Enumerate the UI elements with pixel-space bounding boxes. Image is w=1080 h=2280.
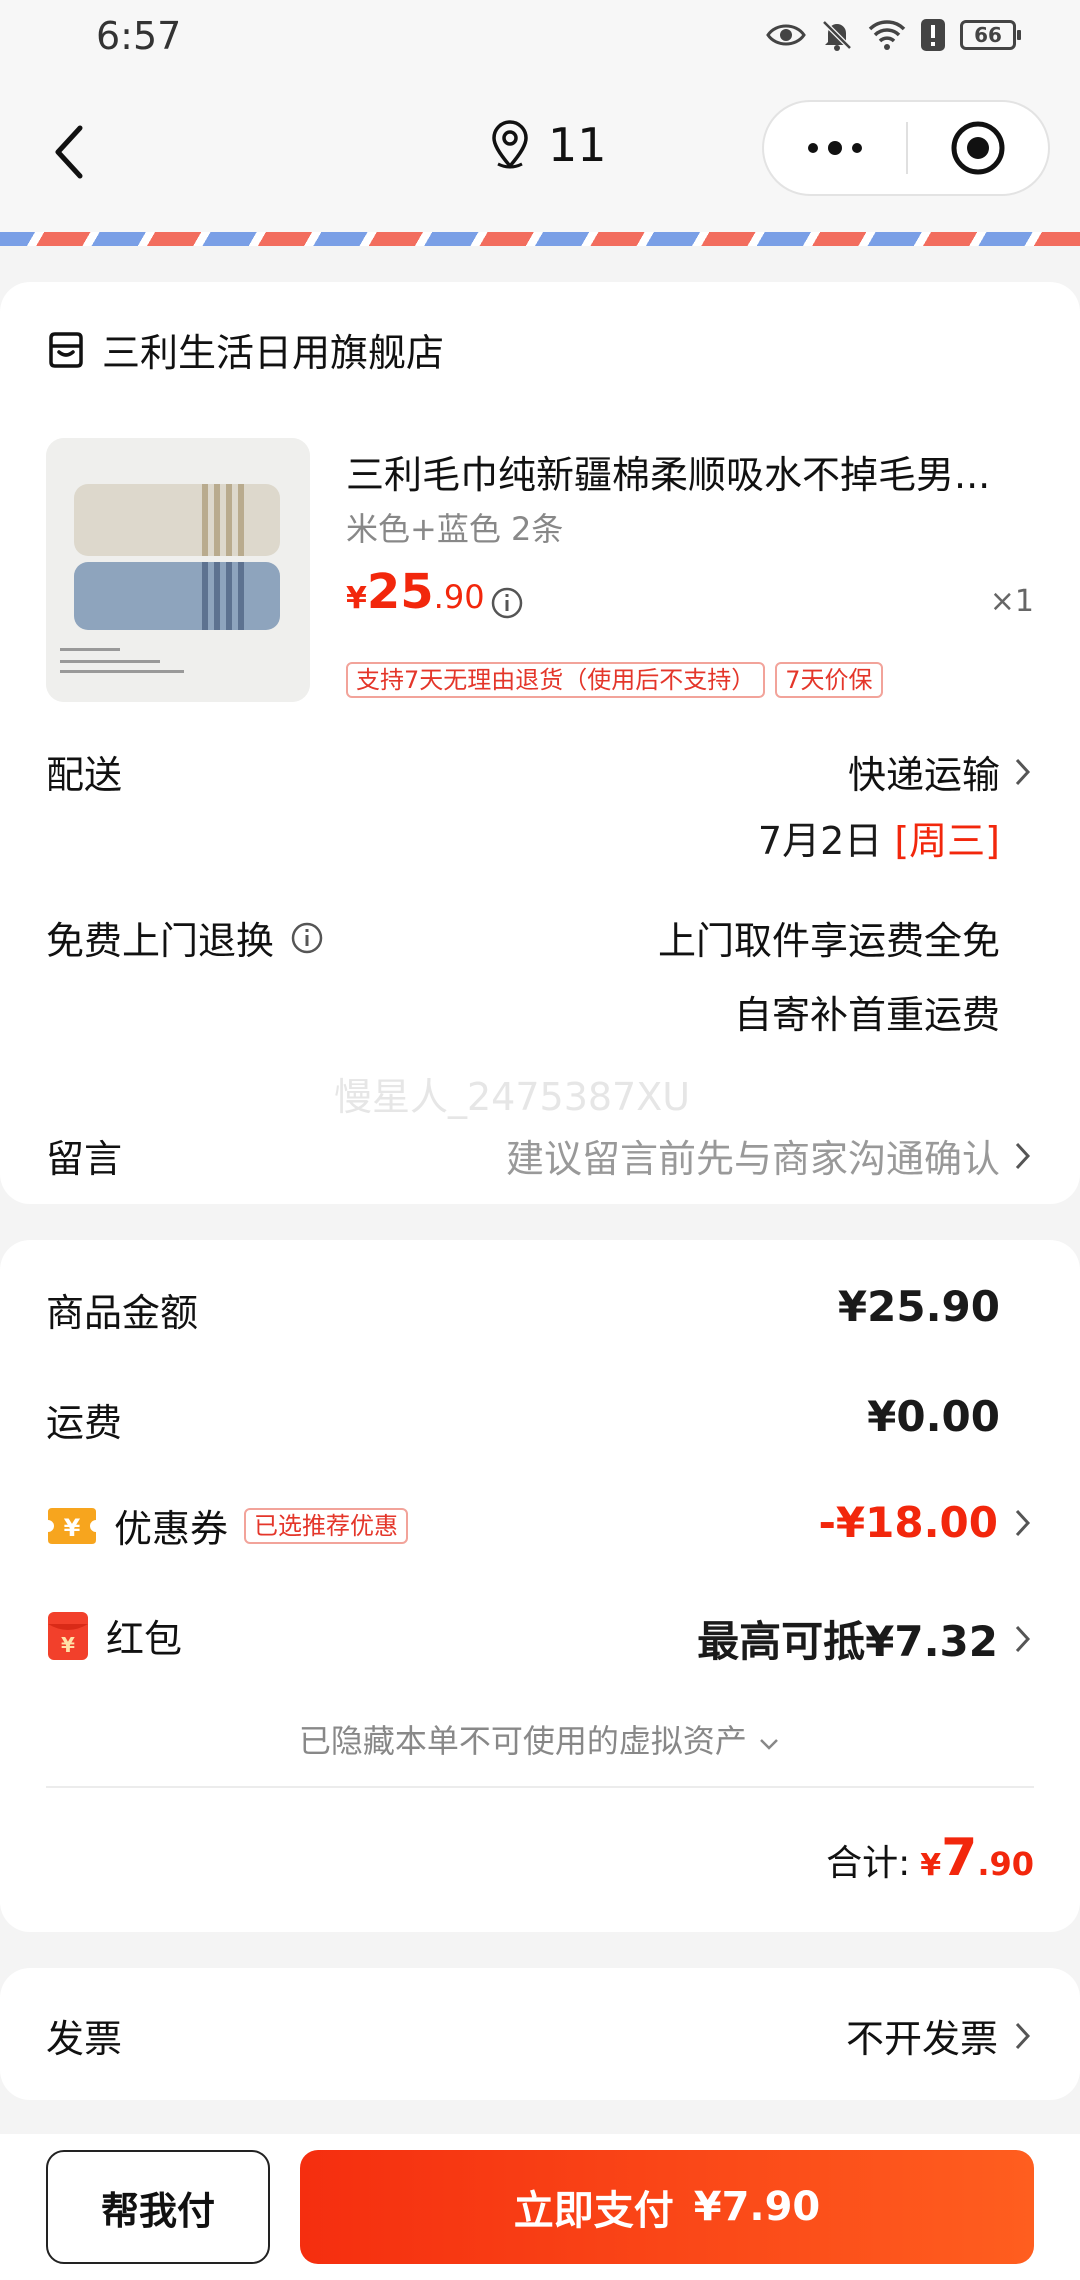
delivery-method: 快递运输 (847, 753, 1000, 797)
free-return-pickup-text: 上门取件享运费全免 (657, 919, 1000, 963)
svg-text:¥: ¥ (61, 1633, 75, 1657)
towel-illustration (46, 438, 310, 702)
note-input[interactable]: 建议留言前先与商家沟通确认 (506, 1128, 1034, 1183)
total-decimal: .90 (977, 1845, 1034, 1883)
delivery-method-selector[interactable]: 快递运输 (848, 744, 1034, 799)
hidden-assets-text: 已隐藏本单不可使用的虚拟资产 (298, 1722, 747, 1760)
coupon-recommended-tag: 已选推荐优惠 (244, 1507, 409, 1544)
battery-icon: 66 (960, 20, 1021, 50)
divider (46, 1786, 1034, 1788)
product-price: ¥ 25 .90 (346, 564, 485, 620)
coupon-row[interactable]: ¥ 优惠券 已选推荐优惠 (46, 1498, 409, 1553)
status-bar: 6:57 66 (0, 0, 1080, 80)
return-policy-tag: 支持7天无理由退货（使用后不支持） (346, 662, 766, 698)
free-return-self-ship-text: 自寄补首重运费 (733, 993, 1000, 1037)
shop-row[interactable]: 三利生活日用旗舰店 (46, 322, 444, 377)
invoice-selector[interactable]: 不开发票 (846, 2008, 1034, 2063)
bottom-action-bar: 帮我付 立即支付 ¥7.90 (0, 2134, 1080, 2280)
price-integer: 25 (366, 564, 434, 620)
service-tags: 支持7天无理由退货（使用后不支持） 7天价保 (346, 662, 883, 698)
more-dots-icon (808, 141, 862, 155)
order-card: 三利生活日用旗舰店 三利毛巾纯新疆棉柔顺吸水不掉毛男... 米色+蓝色 2条 ¥… (0, 282, 1080, 1204)
store-icon (49, 331, 83, 368)
back-arrow-icon (55, 125, 83, 179)
product-image[interactable] (46, 438, 310, 702)
product-variant[interactable]: 米色+蓝色 2条 (346, 504, 563, 550)
note-label: 留言 (46, 1137, 123, 1181)
chevron-right-icon (1015, 1509, 1031, 1536)
price-symbol: ¥ (346, 581, 367, 616)
coupon-label: 优惠券 (114, 1507, 229, 1551)
nav-title: 11 (490, 118, 607, 172)
pay-now-amount: ¥7.90 (693, 2184, 821, 2230)
shipping-fee-value: ¥0.00 (867, 1392, 1000, 1441)
order-total: 合计: ¥7.90 (826, 1828, 1034, 1888)
svg-text:¥: ¥ (64, 1514, 81, 1542)
red-packet-value: 最高可抵¥7.32 (697, 1617, 998, 1666)
price-protection-tag: 7天价保 (775, 662, 883, 698)
goods-amount-value: ¥25.90 (837, 1282, 1000, 1331)
alert-icon (921, 19, 945, 51)
red-packet-icon: ¥ (48, 1611, 88, 1660)
hidden-assets-toggle[interactable]: 已隐藏本单不可使用的虚拟资产 (0, 1716, 1080, 1762)
chevron-right-icon (1015, 1625, 1031, 1652)
price-decimal: .90 (433, 578, 485, 616)
nav-title-text: 11 (548, 118, 607, 172)
status-time: 6:57 (96, 14, 182, 58)
coupon-value-selector[interactable]: -¥18.00 (818, 1498, 1034, 1547)
chevron-down-icon (760, 1739, 778, 1750)
chevron-right-icon (1015, 1142, 1031, 1169)
delivery-weekday: [周三] (894, 819, 1000, 863)
chevron-right-icon (1015, 758, 1031, 785)
invoice-card[interactable]: 发票 不开发票 (0, 1968, 1080, 2100)
pay-now-label: 立即支付 (513, 2188, 674, 2234)
status-icons: 66 (766, 18, 1021, 52)
red-packet-value-selector[interactable]: 最高可抵¥7.32 (697, 1608, 1034, 1669)
invoice-label: 发票 (46, 2017, 123, 2061)
note-placeholder: 建议留言前先与商家沟通确认 (505, 1137, 1000, 1181)
price-summary-card: 商品金额 ¥25.90 运费 ¥0.00 ¥ 优惠券 已选推荐优惠 -¥18.0… (0, 1240, 1080, 1932)
product-title[interactable]: 三利毛巾纯新疆棉柔顺吸水不掉毛男... (346, 444, 1036, 499)
envelope-stripes (0, 232, 1080, 246)
shop-name: 三利生活日用旗舰店 (102, 331, 445, 375)
total-integer: 7 (941, 1828, 978, 1888)
mute-bell-icon (822, 20, 852, 51)
location-pin-icon (492, 120, 528, 169)
delivery-date-text: 7月2日 (757, 819, 883, 863)
mini-program-capsule (762, 100, 1050, 196)
delivery-date: 7月2日 [周三] (758, 810, 1000, 865)
price-info-icon[interactable] (490, 586, 524, 620)
free-return-label: 免费上门退换 (46, 919, 275, 963)
delivery-label: 配送 (46, 753, 123, 797)
total-symbol: ¥ (920, 1848, 942, 1883)
wifi-icon (868, 20, 906, 50)
free-return-row: 免费上门退换 (46, 910, 324, 965)
goods-amount-label: 商品金额 (46, 1291, 199, 1335)
watermark: 慢星人_2475387XU (334, 1075, 691, 1119)
close-mini-program-button[interactable] (908, 102, 1048, 194)
product-quantity: ×1 (989, 584, 1034, 619)
red-packet-row[interactable]: ¥ 红包 (46, 1608, 182, 1663)
eye-icon (766, 24, 806, 46)
pay-now-button[interactable]: 立即支付 ¥7.90 (300, 2150, 1034, 2264)
shipping-fee-label: 运费 (46, 1401, 123, 1445)
nav-bar: 11 (0, 80, 1080, 232)
chevron-right-icon (1015, 2022, 1031, 2049)
more-button[interactable] (764, 102, 906, 194)
target-close-icon (951, 121, 1005, 175)
coupon-icon: ¥ (48, 1507, 96, 1544)
total-label: 合计: (826, 1843, 911, 1884)
info-icon[interactable] (290, 921, 324, 955)
help-me-pay-button[interactable]: 帮我付 (46, 2150, 270, 2264)
red-packet-label: 红包 (106, 1617, 183, 1661)
coupon-discount: -¥18.00 (818, 1498, 998, 1547)
back-button[interactable] (30, 112, 110, 192)
invoice-value: 不开发票 (845, 2017, 998, 2061)
